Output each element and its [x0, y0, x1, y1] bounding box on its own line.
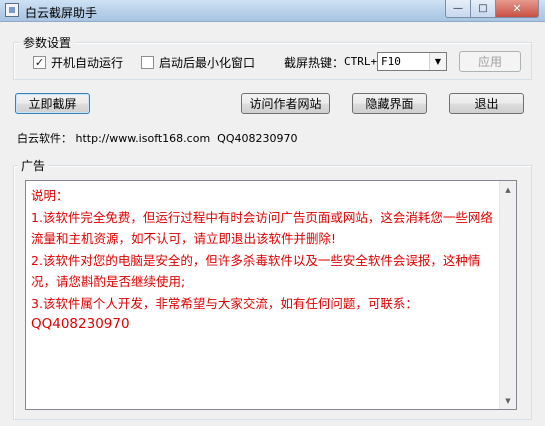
scroll-up-arrow-icon[interactable]: ▲	[500, 181, 516, 198]
ad-line: 说明：	[31, 188, 69, 203]
visit-author-website-button[interactable]: 访问作者网站	[241, 93, 330, 114]
ad-line: 2.该软件对您的电脑是安全的，但许多杀毒软件以及一些安全软件会误报，这种情况，请…	[31, 252, 481, 290]
vertical-scrollbar[interactable]: ▲ ▼	[499, 181, 516, 409]
maximize-button[interactable]: □	[471, 0, 496, 18]
visit-label: 访问作者网站	[249, 97, 322, 111]
minimize-checkbox-box[interactable]	[141, 56, 154, 69]
exit-label: 退出	[474, 97, 499, 111]
minimize-button[interactable]: —	[445, 0, 471, 18]
close-button[interactable]: ✕	[496, 0, 539, 18]
minimize-icon: —	[453, 3, 463, 14]
hotkey-select[interactable]: F10 ▼	[377, 52, 447, 71]
info-text: 白云软件： http://www.isoft168.com QQ40823097…	[17, 132, 298, 145]
minimize-checkbox[interactable]: 启动后最小化窗口	[141, 54, 255, 71]
apply-button[interactable]: 应用	[459, 51, 521, 72]
scroll-down-arrow-icon[interactable]: ▼	[500, 392, 516, 409]
ad-group-label: 广告	[18, 157, 49, 174]
ad-qq-line: QQ408230970	[31, 316, 130, 332]
ad-text: 说明： 1.该软件完全免费，但运行过程中有时会访问广告页面或网站，这会消耗您一些…	[31, 185, 496, 336]
maximize-icon: □	[478, 3, 488, 14]
ad-line: 1.该软件完全免费，但运行过程中有时会访问广告页面或网站，这会消耗您一些网络流量…	[31, 209, 493, 247]
autostart-checkbox[interactable]: ✓ 开机自动运行	[33, 54, 123, 71]
hide-interface-button[interactable]: 隐藏界面	[352, 93, 427, 114]
autostart-label: 开机自动运行	[51, 56, 124, 70]
ad-line: 3.该软件属个人开发，非常希望与大家交流，如有任何问题，可联系：	[31, 295, 418, 311]
autostart-checkmark-icon[interactable]: ✓	[33, 56, 46, 69]
hotkey-value: F10	[381, 55, 401, 68]
hide-label: 隐藏界面	[365, 97, 414, 111]
capture-label: 立即截屏	[28, 97, 77, 111]
ad-text-area[interactable]: 说明： 1.该软件完全免费，但运行过程中有时会访问广告页面或网站，这会消耗您一些…	[25, 180, 517, 410]
window-title: 白云截屏助手	[25, 6, 98, 20]
dropdown-arrow-icon[interactable]: ▼	[429, 53, 446, 70]
settings-group-label: 参数设置	[20, 34, 75, 51]
hotkey-label: 截屏热键：	[284, 56, 345, 70]
app-icon	[5, 3, 19, 17]
minimize-label: 启动后最小化窗口	[159, 56, 256, 70]
close-icon: ✕	[512, 2, 522, 15]
exit-button[interactable]: 退出	[449, 93, 524, 114]
window-controls: — □ ✕	[445, 0, 539, 18]
hotkey-prefix: CTRL+	[344, 55, 378, 68]
title-bar[interactable]: 白云截屏助手 — □ ✕	[0, 0, 545, 22]
capture-now-button[interactable]: 立即截屏	[15, 93, 90, 114]
apply-label: 应用	[477, 55, 502, 69]
